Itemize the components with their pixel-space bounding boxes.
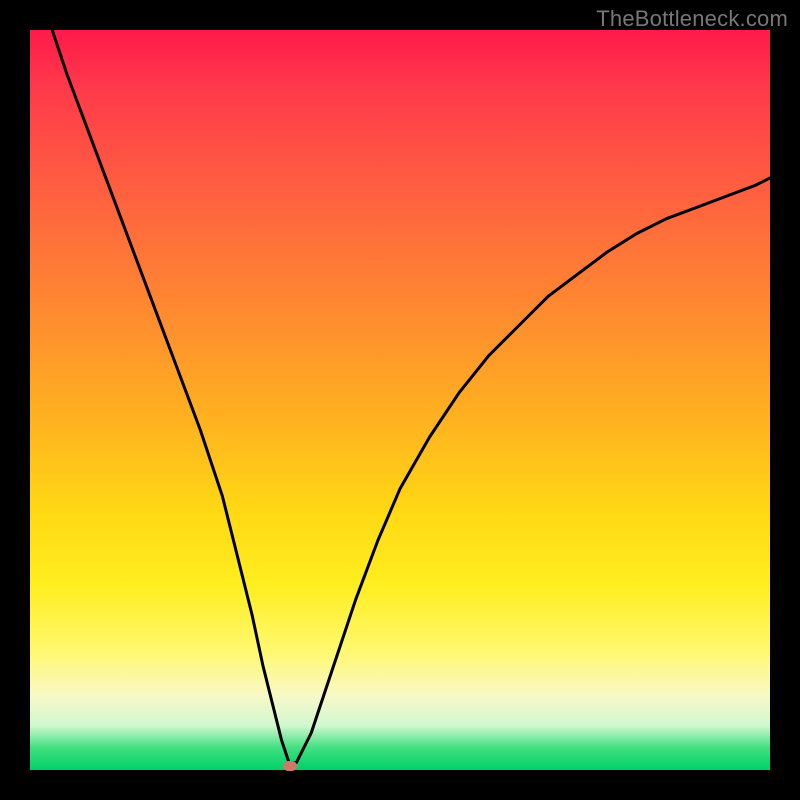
chart-plot-area xyxy=(30,30,770,770)
watermark-text: TheBottleneck.com xyxy=(596,6,788,32)
bottleneck-curve xyxy=(30,30,770,770)
optimal-point-marker xyxy=(283,761,297,771)
